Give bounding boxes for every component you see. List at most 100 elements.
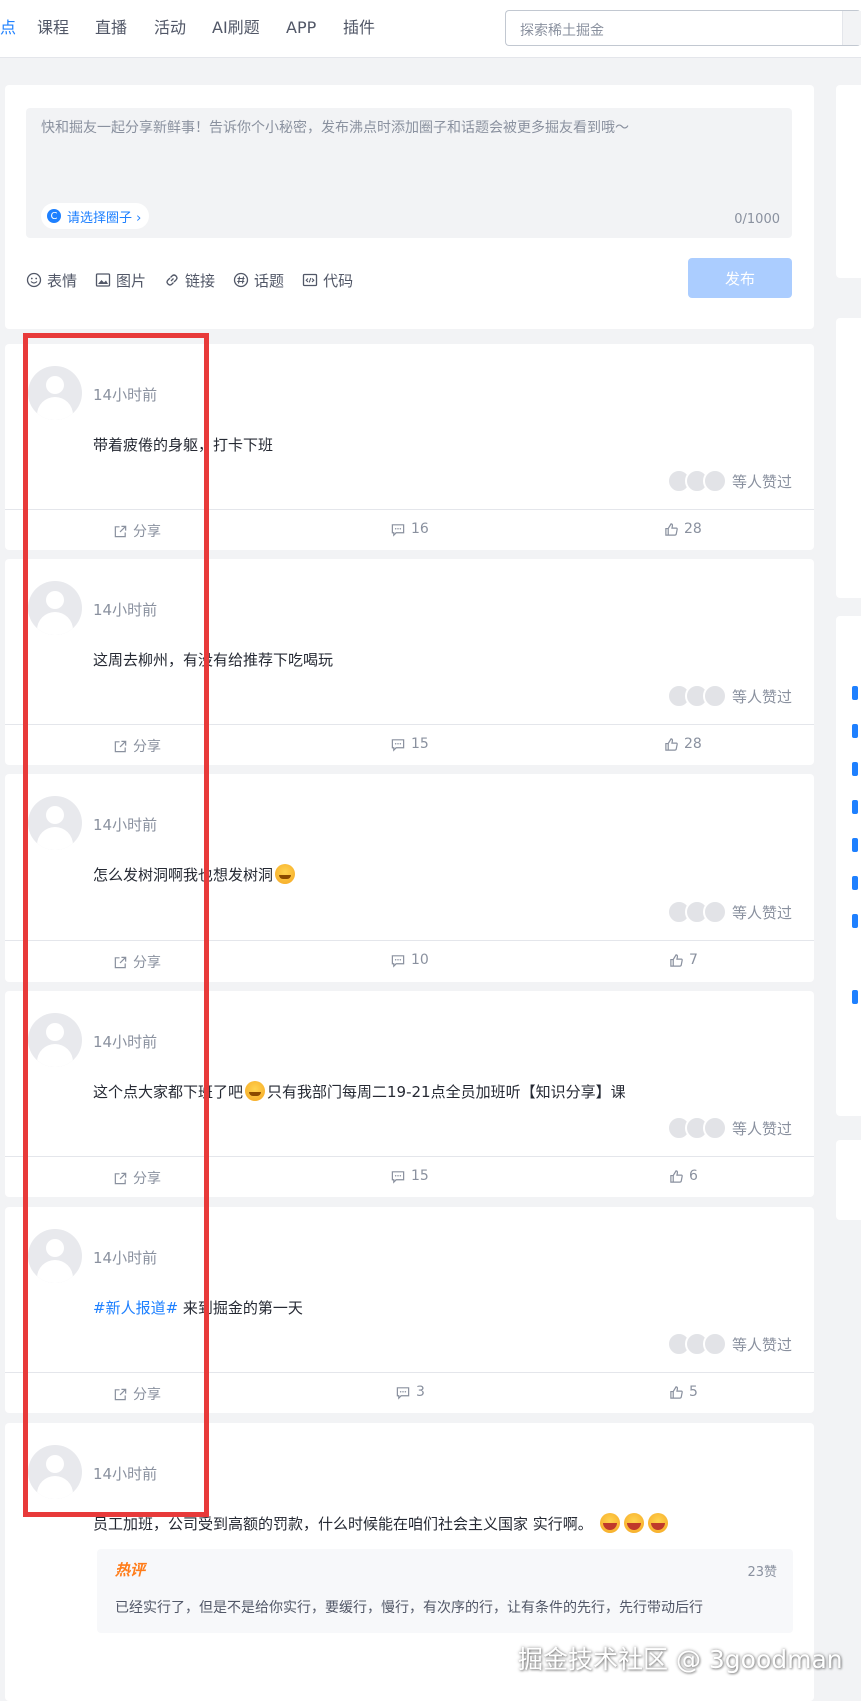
comment-button[interactable]: 16 (390, 521, 429, 537)
comment-icon (396, 1386, 410, 1400)
search-input[interactable]: 探索稀土掘金 (505, 10, 861, 46)
avatar[interactable] (28, 1229, 82, 1283)
share-icon (114, 740, 127, 752)
nav-item-ai-quiz[interactable]: AI刷题 (212, 18, 260, 38)
post-text: 员工加班，公司受到高额的罚款，什么时候能在咱们社会主义国家 实行啊。 (93, 1515, 593, 1533)
comment-count: 15 (411, 1168, 429, 1184)
nav-item-app[interactable]: APP (286, 18, 316, 38)
link-tool[interactable]: 链接 (164, 270, 215, 291)
circle-select-label: 请选择圈子 › (67, 210, 142, 226)
sidebar-card-misc (836, 1140, 861, 1220)
post-time: 14小时前 (93, 816, 158, 834)
char-counter: 0/1000 (734, 212, 780, 227)
likers-row[interactable]: 等人赞过 (666, 1332, 792, 1356)
laughing-emoji-icon (599, 1513, 620, 1533)
thumbs-up-icon (670, 953, 683, 967)
code-icon (302, 273, 318, 287)
like-button[interactable]: 28 (664, 521, 702, 537)
comment-count: 10 (411, 952, 429, 968)
post-content[interactable]: 员工加班，公司受到高额的罚款，什么时候能在咱们社会主义国家 实行啊。 (93, 1513, 670, 1534)
like-button[interactable]: 28 (664, 736, 702, 752)
emoji-tool[interactable]: 表情 (26, 270, 77, 291)
post-content[interactable]: #新人报道# 来到掘金的第一天 (93, 1297, 303, 1318)
share-button[interactable]: 分享 (113, 521, 161, 541)
avatar[interactable] (28, 1013, 82, 1067)
thumbs-up-icon (665, 522, 678, 536)
crying-emoji-icon (275, 864, 296, 884)
like-count: 28 (684, 736, 702, 752)
post-time: 14小时前 (93, 601, 158, 619)
share-button[interactable]: 分享 (113, 952, 161, 972)
avatar[interactable] (28, 1445, 82, 1499)
publish-button[interactable]: 发布 (688, 258, 792, 298)
comment-count: 16 (411, 521, 429, 537)
search-placeholder: 探索稀土掘金 (520, 23, 604, 39)
like-button[interactable]: 6 (669, 1168, 698, 1184)
share-button[interactable]: 分享 (113, 1168, 161, 1188)
like-count: 7 (689, 952, 698, 968)
comment-button[interactable]: 10 (390, 952, 429, 968)
like-button[interactable]: 7 (669, 952, 698, 968)
sidebar-topic-icon (852, 876, 858, 890)
code-tool[interactable]: 代码 (302, 270, 353, 291)
likers-row[interactable]: 等人赞过 (666, 469, 792, 493)
post-actions: 分享 15 28 (5, 724, 814, 765)
avatar[interactable] (28, 581, 82, 635)
nav-item-pins[interactable]: 点 (0, 18, 16, 38)
comment-icon (391, 523, 405, 537)
post-content[interactable]: 这个点大家都下班了吧 只有我部门每周二19-21点全员加班听【知识分享】课 (93, 1081, 626, 1102)
comment-button[interactable]: 15 (390, 1168, 429, 1184)
topic-tool[interactable]: 话题 (233, 270, 284, 291)
comment-button[interactable]: 15 (390, 736, 429, 752)
sidebar-topic-icon (852, 686, 858, 700)
link-tool-label: 链接 (185, 271, 216, 290)
post-actions: 分享 3 5 (5, 1372, 814, 1413)
sidebar-topic-icon (852, 990, 858, 1004)
nav-item-live[interactable]: 直播 (95, 18, 127, 38)
nav-item-plugins[interactable]: 插件 (343, 18, 375, 38)
hot-comment-badge: 热评 (115, 1561, 146, 1579)
composer-textarea[interactable]: 快和掘友一起分享新鲜事！告诉你个小秘密，发布沸点时添加圈子和话题会被更多掘友看到… (26, 108, 792, 238)
post-content[interactable]: 怎么发树洞啊我也想发树洞 (93, 864, 297, 885)
nav-item-events[interactable]: 活动 (154, 18, 186, 38)
search-button[interactable] (842, 11, 861, 45)
post-text: 来到掘金的第一天 (178, 1299, 303, 1317)
post-content[interactable]: 带着疲倦的身躯，打卡下班 (93, 434, 273, 455)
share-icon (114, 956, 127, 968)
topic-tool-label: 话题 (254, 271, 285, 290)
thumbs-up-icon (665, 737, 678, 751)
circle-select-button[interactable]: C 请选择圈子 › (41, 203, 150, 229)
laughing-emoji-icon (623, 1513, 644, 1533)
likers-row[interactable]: 等人赞过 (666, 684, 792, 708)
post-time: 14小时前 (93, 386, 158, 404)
share-button[interactable]: 分享 (113, 736, 161, 756)
sidebar-topic-icon (852, 800, 858, 814)
image-tool[interactable]: 图片 (95, 270, 146, 291)
avatar[interactable] (28, 366, 82, 420)
liker-avatar (702, 900, 727, 924)
share-button[interactable]: 分享 (113, 1384, 161, 1404)
likers-row[interactable]: 等人赞过 (666, 1116, 792, 1140)
composer-card: 快和掘友一起分享新鲜事！告诉你个小秘密，发布沸点时添加圈子和话题会被更多掘友看到… (5, 85, 814, 329)
code-tool-label: 代码 (323, 271, 354, 290)
avatar[interactable] (28, 796, 82, 850)
like-button[interactable]: 5 (669, 1384, 698, 1400)
post-content[interactable]: 这周去柳州，有没有给推荐下吃喝玩 (93, 649, 333, 670)
hashtag-icon (233, 272, 249, 288)
nav-item-courses[interactable]: 课程 (37, 18, 69, 38)
post-time: 14小时前 (93, 1465, 158, 1483)
share-icon (114, 525, 127, 537)
liker-avatar (702, 1332, 727, 1356)
like-count: 6 (689, 1168, 698, 1184)
share-label: 分享 (133, 1171, 161, 1187)
post-card: 14小时前 这周去柳州，有没有给推荐下吃喝玩 等人赞过 分享 15 28 (5, 559, 814, 765)
image-tool-label: 图片 (116, 271, 147, 290)
hot-comment[interactable]: 热评 23赞 已经实行了，但是不是给你实行，要缓行，慢行，有次序的行，让有条件的… (97, 1549, 793, 1633)
comment-button[interactable]: 3 (395, 1384, 425, 1400)
topic-tag-link[interactable]: #新人报道# (93, 1299, 178, 1317)
top-nav: 点 课程 直播 活动 AI刷题 APP 插件 探索稀土掘金 (0, 0, 861, 58)
likers-row[interactable]: 等人赞过 (666, 900, 792, 924)
image-icon (95, 273, 111, 287)
laughing-emoji-icon (647, 1513, 668, 1533)
watermark: 掘金技术社区 @ 3goodman (518, 1645, 843, 1674)
